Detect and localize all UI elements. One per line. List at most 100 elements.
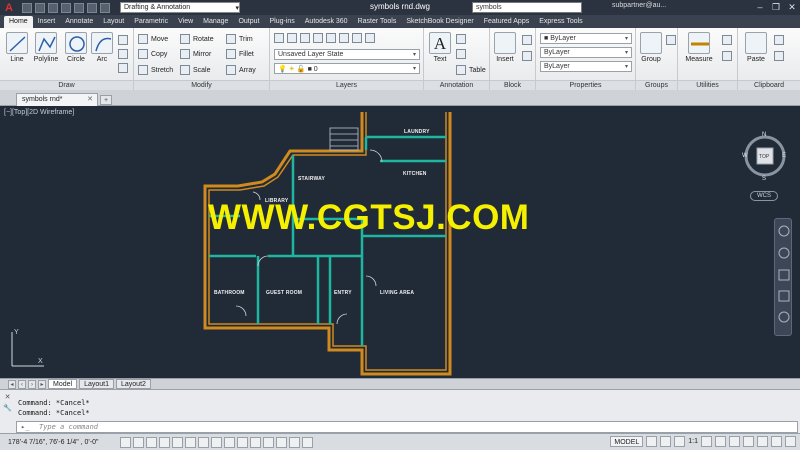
utilities-panel-title[interactable]: Utilities — [678, 80, 737, 90]
new-tab-button[interactable]: + — [100, 95, 112, 105]
close-icon[interactable]: ✕ — [786, 1, 798, 13]
edit-block-button[interactable] — [522, 50, 532, 62]
quick-view-drawings-icon[interactable] — [660, 436, 672, 447]
properties-panel-title[interactable]: Properties — [536, 80, 635, 90]
tab-view[interactable]: View — [173, 16, 198, 28]
polar-tracking-icon[interactable] — [172, 436, 183, 448]
transparency-icon[interactable] — [263, 436, 274, 448]
next-tab-arrow-icon[interactable]: › — [28, 379, 36, 389]
workspace-select[interactable]: Drafting & Annotation ▾ — [120, 2, 240, 13]
layer-isolate-icon[interactable] — [300, 33, 310, 43]
tab-featured-apps[interactable]: Featured Apps — [479, 16, 535, 28]
layer-previous-icon[interactable] — [352, 33, 362, 43]
viewcube-top-face[interactable]: TOP — [759, 154, 769, 160]
rotate-button[interactable]: Rotate — [180, 33, 214, 45]
isolate-objects-icon[interactable] — [771, 436, 782, 447]
layer-match-icon[interactable] — [339, 33, 349, 43]
wcs-menu[interactable]: WCS — [750, 191, 778, 201]
tab-parametric[interactable]: Parametric — [129, 16, 173, 28]
layer-walk-icon[interactable] — [365, 33, 375, 43]
last-tab-arrow-icon[interactable]: ▸ — [38, 379, 46, 389]
viewcube[interactable]: N S E W TOP — [742, 132, 788, 188]
save-icon[interactable] — [48, 2, 58, 13]
user-name[interactable]: subpartner@au... — [612, 2, 666, 9]
object-snap-tracking-icon[interactable] — [211, 436, 222, 448]
tab-insert[interactable]: Insert — [33, 16, 61, 28]
group-button[interactable]: Group — [637, 32, 665, 63]
layers-panel-title[interactable]: Layers — [270, 80, 423, 90]
snap-mode-icon[interactable] — [133, 436, 144, 448]
measure-button[interactable]: Measure — [681, 32, 717, 63]
polyline-button[interactable]: Polyline — [32, 32, 60, 63]
tab-plug-ins[interactable]: Plug-ins — [264, 16, 299, 28]
layer-off-icon[interactable] — [287, 33, 297, 43]
quick-view-layouts-icon[interactable] — [646, 436, 658, 447]
dynamic-input-icon[interactable] — [237, 436, 248, 448]
line-button[interactable]: Line — [3, 32, 31, 63]
coordinate-readout[interactable]: 178'-4 7/16", 76'-6 1/4" , 0'-0" — [0, 439, 120, 446]
block-panel-title[interactable]: Block — [490, 80, 535, 90]
layer-properties-icon[interactable] — [274, 33, 284, 43]
tab-raster-tools[interactable]: Raster Tools — [353, 16, 402, 28]
scale-button[interactable]: Scale — [180, 64, 211, 76]
object-snap-icon[interactable] — [185, 436, 196, 448]
ungroup-button[interactable] — [666, 34, 676, 46]
workspace-switching-icon[interactable] — [729, 436, 740, 447]
cut-button[interactable] — [774, 34, 784, 46]
tab-annotate[interactable]: Annotate — [60, 16, 98, 28]
calculator-button[interactable] — [722, 50, 732, 62]
document-tab[interactable]: symbols rnd* ✕ — [16, 93, 98, 106]
stretch-button[interactable]: Stretch — [138, 64, 173, 76]
layer-state-select[interactable]: Unsaved Layer State ▾ — [274, 49, 420, 60]
clean-screen-icon[interactable] — [785, 436, 796, 447]
hardware-acceleration-icon[interactable] — [757, 436, 768, 447]
tab-layout[interactable]: Layout — [98, 16, 129, 28]
restore-icon[interactable]: ❐ — [770, 1, 782, 13]
minimize-icon[interactable]: – — [754, 1, 766, 13]
modify-panel-title[interactable]: Modify — [134, 80, 269, 90]
save-as-icon[interactable] — [61, 2, 71, 13]
circle-button[interactable]: Circle — [62, 32, 90, 63]
tab-express-tools[interactable]: Express Tools — [534, 16, 587, 28]
leader-button[interactable] — [456, 48, 466, 60]
layer-select[interactable]: 💡 ☀ 🔓 ■ 0 ▾ — [274, 63, 420, 74]
clipboard-panel-title[interactable]: Clipboard — [738, 80, 800, 90]
move-button[interactable]: Move — [138, 33, 168, 45]
lineweight-icon[interactable] — [250, 436, 261, 448]
dimension-button[interactable] — [456, 33, 466, 45]
ortho-mode-icon[interactable] — [159, 436, 170, 448]
annotation-scale-icon[interactable] — [674, 436, 686, 447]
3d-object-snap-icon[interactable] — [198, 436, 209, 448]
linetype-select[interactable]: ByLayer ▾ — [540, 47, 632, 58]
tab-model[interactable]: Model — [48, 379, 78, 389]
prev-tab-arrow-icon[interactable]: ‹ — [18, 379, 26, 389]
tab-layout2[interactable]: Layout2 — [116, 379, 151, 389]
trim-button[interactable]: Trim — [226, 33, 253, 45]
command-input[interactable]: ▸_ Type a command — [16, 421, 798, 433]
compass-west[interactable]: W — [742, 153, 748, 159]
hatch-button[interactable] — [118, 48, 128, 60]
redo-icon[interactable] — [100, 2, 110, 13]
tab-output[interactable]: Output — [233, 16, 264, 28]
insert-button[interactable]: Insert — [491, 32, 519, 63]
toolbar-lock-icon[interactable] — [743, 436, 754, 447]
lineweight-select[interactable]: ByLayer ▾ — [540, 61, 632, 72]
search-input[interactable]: symbols — [472, 2, 582, 13]
quick-select-button[interactable] — [722, 34, 732, 46]
wrench-icon[interactable]: 🔧 — [3, 404, 12, 413]
layer-lock-icon[interactable] — [326, 33, 336, 43]
compass-east[interactable]: E — [782, 153, 786, 159]
create-block-button[interactable] — [522, 34, 532, 46]
tab-manage[interactable]: Manage — [198, 16, 233, 28]
text-button[interactable]: A Text — [426, 32, 454, 63]
array-button[interactable]: Array — [226, 64, 256, 76]
copy-button[interactable]: Copy — [138, 48, 167, 60]
close-tab-icon[interactable]: ✕ — [87, 94, 93, 106]
annotation-scale-value[interactable]: 1:1 — [688, 438, 698, 445]
selection-cycling-icon[interactable] — [289, 436, 300, 448]
close-command-icon[interactable]: ✕ — [3, 393, 12, 402]
compass-north[interactable]: N — [762, 132, 766, 138]
auto-scale-icon[interactable] — [715, 436, 726, 447]
compass-south[interactable]: S — [762, 176, 766, 182]
draw-panel-title[interactable]: Draw — [0, 80, 133, 90]
